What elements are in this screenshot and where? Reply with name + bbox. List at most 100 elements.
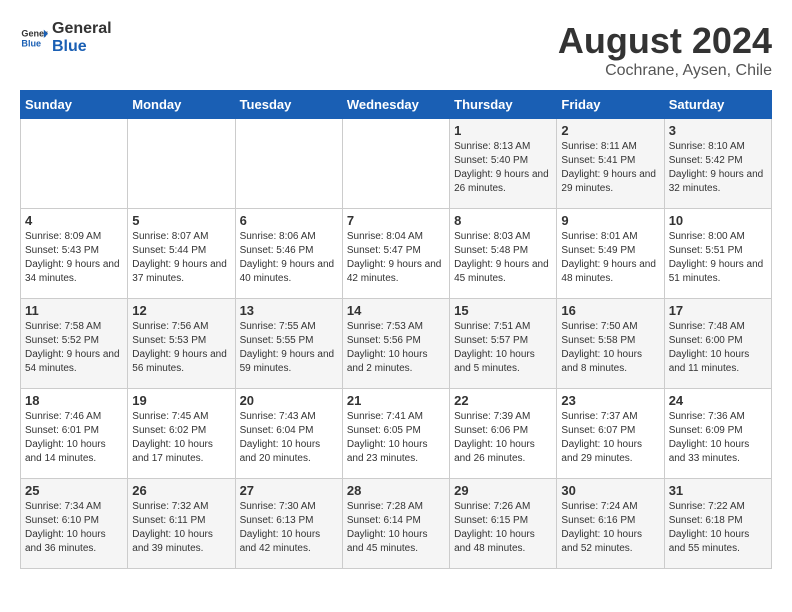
day-cell: 19 Sunrise: 7:45 AMSunset: 6:02 PMDaylig… bbox=[128, 389, 235, 479]
calendar-subtitle: Cochrane, Aysen, Chile bbox=[558, 62, 772, 80]
day-info: Sunrise: 7:24 AMSunset: 6:16 PMDaylight:… bbox=[561, 500, 659, 556]
day-info: Sunrise: 8:06 AMSunset: 5:46 PMDaylight:… bbox=[240, 230, 338, 286]
day-info: Sunrise: 7:37 AMSunset: 6:07 PMDaylight:… bbox=[561, 410, 659, 466]
day-info: Sunrise: 7:56 AMSunset: 5:53 PMDaylight:… bbox=[132, 320, 230, 376]
day-cell: 29 Sunrise: 7:26 AMSunset: 6:15 PMDaylig… bbox=[450, 479, 557, 569]
day-number: 18 bbox=[25, 393, 123, 408]
day-info: Sunrise: 8:09 AMSunset: 5:43 PMDaylight:… bbox=[25, 230, 123, 286]
week-row-1: 1 Sunrise: 8:13 AMSunset: 5:40 PMDayligh… bbox=[21, 119, 772, 209]
page-header: General Blue General Blue August 2024 Co… bbox=[20, 20, 772, 80]
day-cell bbox=[235, 119, 342, 209]
day-cell: 28 Sunrise: 7:28 AMSunset: 6:14 PMDaylig… bbox=[342, 479, 449, 569]
day-info: Sunrise: 7:22 AMSunset: 6:18 PMDaylight:… bbox=[669, 500, 767, 556]
calendar-table: SundayMondayTuesdayWednesdayThursdayFrid… bbox=[20, 90, 772, 569]
day-number: 31 bbox=[669, 483, 767, 498]
week-row-4: 18 Sunrise: 7:46 AMSunset: 6:01 PMDaylig… bbox=[21, 389, 772, 479]
day-info: Sunrise: 8:13 AMSunset: 5:40 PMDaylight:… bbox=[454, 140, 552, 196]
day-info: Sunrise: 7:41 AMSunset: 6:05 PMDaylight:… bbox=[347, 410, 445, 466]
calendar-title: August 2024 bbox=[558, 20, 772, 62]
day-cell: 18 Sunrise: 7:46 AMSunset: 6:01 PMDaylig… bbox=[21, 389, 128, 479]
header-cell-thursday: Thursday bbox=[450, 91, 557, 119]
day-info: Sunrise: 7:45 AMSunset: 6:02 PMDaylight:… bbox=[132, 410, 230, 466]
day-cell: 2 Sunrise: 8:11 AMSunset: 5:41 PMDayligh… bbox=[557, 119, 664, 209]
day-cell: 21 Sunrise: 7:41 AMSunset: 6:05 PMDaylig… bbox=[342, 389, 449, 479]
day-cell: 12 Sunrise: 7:56 AMSunset: 5:53 PMDaylig… bbox=[128, 299, 235, 389]
day-number: 6 bbox=[240, 213, 338, 228]
day-number: 28 bbox=[347, 483, 445, 498]
day-number: 10 bbox=[669, 213, 767, 228]
svg-text:Blue: Blue bbox=[21, 38, 41, 48]
day-info: Sunrise: 7:50 AMSunset: 5:58 PMDaylight:… bbox=[561, 320, 659, 376]
day-number: 16 bbox=[561, 303, 659, 318]
day-info: Sunrise: 8:10 AMSunset: 5:42 PMDaylight:… bbox=[669, 140, 767, 196]
day-cell: 7 Sunrise: 8:04 AMSunset: 5:47 PMDayligh… bbox=[342, 209, 449, 299]
header-cell-tuesday: Tuesday bbox=[235, 91, 342, 119]
header-cell-wednesday: Wednesday bbox=[342, 91, 449, 119]
title-area: August 2024 Cochrane, Aysen, Chile bbox=[558, 20, 772, 80]
day-info: Sunrise: 7:51 AMSunset: 5:57 PMDaylight:… bbox=[454, 320, 552, 376]
day-info: Sunrise: 7:55 AMSunset: 5:55 PMDaylight:… bbox=[240, 320, 338, 376]
day-info: Sunrise: 7:36 AMSunset: 6:09 PMDaylight:… bbox=[669, 410, 767, 466]
day-cell: 27 Sunrise: 7:30 AMSunset: 6:13 PMDaylig… bbox=[235, 479, 342, 569]
day-number: 24 bbox=[669, 393, 767, 408]
day-number: 19 bbox=[132, 393, 230, 408]
day-cell: 20 Sunrise: 7:43 AMSunset: 6:04 PMDaylig… bbox=[235, 389, 342, 479]
week-row-2: 4 Sunrise: 8:09 AMSunset: 5:43 PMDayligh… bbox=[21, 209, 772, 299]
day-cell: 22 Sunrise: 7:39 AMSunset: 6:06 PMDaylig… bbox=[450, 389, 557, 479]
day-info: Sunrise: 7:28 AMSunset: 6:14 PMDaylight:… bbox=[347, 500, 445, 556]
day-info: Sunrise: 8:00 AMSunset: 5:51 PMDaylight:… bbox=[669, 230, 767, 286]
day-cell: 31 Sunrise: 7:22 AMSunset: 6:18 PMDaylig… bbox=[664, 479, 771, 569]
calendar-body: 1 Sunrise: 8:13 AMSunset: 5:40 PMDayligh… bbox=[21, 119, 772, 569]
day-info: Sunrise: 7:46 AMSunset: 6:01 PMDaylight:… bbox=[25, 410, 123, 466]
day-info: Sunrise: 7:53 AMSunset: 5:56 PMDaylight:… bbox=[347, 320, 445, 376]
day-number: 14 bbox=[347, 303, 445, 318]
day-info: Sunrise: 8:03 AMSunset: 5:48 PMDaylight:… bbox=[454, 230, 552, 286]
day-cell: 17 Sunrise: 7:48 AMSunset: 6:00 PMDaylig… bbox=[664, 299, 771, 389]
day-info: Sunrise: 7:26 AMSunset: 6:15 PMDaylight:… bbox=[454, 500, 552, 556]
day-cell: 3 Sunrise: 8:10 AMSunset: 5:42 PMDayligh… bbox=[664, 119, 771, 209]
day-cell: 1 Sunrise: 8:13 AMSunset: 5:40 PMDayligh… bbox=[450, 119, 557, 209]
day-info: Sunrise: 8:11 AMSunset: 5:41 PMDaylight:… bbox=[561, 140, 659, 196]
day-cell: 26 Sunrise: 7:32 AMSunset: 6:11 PMDaylig… bbox=[128, 479, 235, 569]
day-cell: 13 Sunrise: 7:55 AMSunset: 5:55 PMDaylig… bbox=[235, 299, 342, 389]
day-cell: 30 Sunrise: 7:24 AMSunset: 6:16 PMDaylig… bbox=[557, 479, 664, 569]
day-number: 22 bbox=[454, 393, 552, 408]
day-info: Sunrise: 7:48 AMSunset: 6:00 PMDaylight:… bbox=[669, 320, 767, 376]
day-number: 7 bbox=[347, 213, 445, 228]
header-cell-sunday: Sunday bbox=[21, 91, 128, 119]
day-cell: 24 Sunrise: 7:36 AMSunset: 6:09 PMDaylig… bbox=[664, 389, 771, 479]
day-cell: 11 Sunrise: 7:58 AMSunset: 5:52 PMDaylig… bbox=[21, 299, 128, 389]
day-cell: 14 Sunrise: 7:53 AMSunset: 5:56 PMDaylig… bbox=[342, 299, 449, 389]
day-cell: 16 Sunrise: 7:50 AMSunset: 5:58 PMDaylig… bbox=[557, 299, 664, 389]
day-cell bbox=[342, 119, 449, 209]
day-info: Sunrise: 7:58 AMSunset: 5:52 PMDaylight:… bbox=[25, 320, 123, 376]
header-cell-saturday: Saturday bbox=[664, 91, 771, 119]
day-number: 21 bbox=[347, 393, 445, 408]
day-info: Sunrise: 8:01 AMSunset: 5:49 PMDaylight:… bbox=[561, 230, 659, 286]
day-number: 12 bbox=[132, 303, 230, 318]
day-cell: 4 Sunrise: 8:09 AMSunset: 5:43 PMDayligh… bbox=[21, 209, 128, 299]
day-cell: 5 Sunrise: 8:07 AMSunset: 5:44 PMDayligh… bbox=[128, 209, 235, 299]
calendar-header: SundayMondayTuesdayWednesdayThursdayFrid… bbox=[21, 91, 772, 119]
day-info: Sunrise: 7:32 AMSunset: 6:11 PMDaylight:… bbox=[132, 500, 230, 556]
day-number: 9 bbox=[561, 213, 659, 228]
day-number: 5 bbox=[132, 213, 230, 228]
week-row-3: 11 Sunrise: 7:58 AMSunset: 5:52 PMDaylig… bbox=[21, 299, 772, 389]
day-number: 1 bbox=[454, 123, 552, 138]
logo: General Blue General Blue bbox=[20, 20, 112, 55]
day-cell: 23 Sunrise: 7:37 AMSunset: 6:07 PMDaylig… bbox=[557, 389, 664, 479]
day-info: Sunrise: 7:30 AMSunset: 6:13 PMDaylight:… bbox=[240, 500, 338, 556]
day-number: 13 bbox=[240, 303, 338, 318]
header-cell-friday: Friday bbox=[557, 91, 664, 119]
day-number: 8 bbox=[454, 213, 552, 228]
day-info: Sunrise: 8:04 AMSunset: 5:47 PMDaylight:… bbox=[347, 230, 445, 286]
day-number: 26 bbox=[132, 483, 230, 498]
logo-blue: Blue bbox=[52, 38, 112, 56]
day-cell: 15 Sunrise: 7:51 AMSunset: 5:57 PMDaylig… bbox=[450, 299, 557, 389]
day-number: 11 bbox=[25, 303, 123, 318]
header-row: SundayMondayTuesdayWednesdayThursdayFrid… bbox=[21, 91, 772, 119]
day-info: Sunrise: 7:43 AMSunset: 6:04 PMDaylight:… bbox=[240, 410, 338, 466]
day-cell: 10 Sunrise: 8:00 AMSunset: 5:51 PMDaylig… bbox=[664, 209, 771, 299]
day-number: 3 bbox=[669, 123, 767, 138]
day-number: 15 bbox=[454, 303, 552, 318]
